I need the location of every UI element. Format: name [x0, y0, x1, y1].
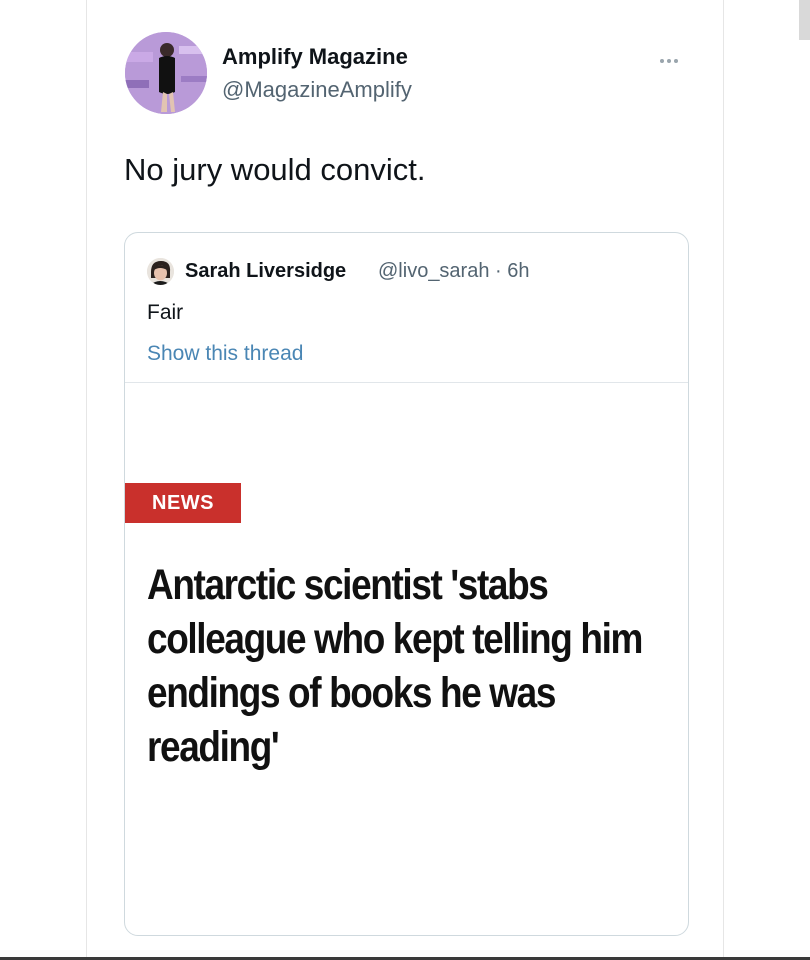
author-handle[interactable]: @MagazineAmplify [222, 77, 412, 103]
quoted-tweet-card[interactable]: Sarah Liversidge @livo_sarah · 6h Fair S… [124, 232, 689, 936]
profile-photo-icon [147, 258, 174, 285]
scrollbar-thumb[interactable] [799, 0, 810, 40]
news-headline: Antarctic scientist 'stabs colleague who… [147, 561, 643, 771]
media-divider [125, 382, 688, 383]
tweet-text: No jury would convict. [124, 152, 426, 187]
quoted-author-avatar[interactable] [147, 258, 174, 285]
magazine-cover-icon [125, 32, 207, 114]
timeline-right-border [723, 0, 724, 960]
news-badge: NEWS [125, 483, 241, 523]
quoted-tweet-text: Fair [147, 301, 184, 324]
author-avatar[interactable] [125, 32, 207, 114]
author-name[interactable]: Amplify Magazine [222, 44, 408, 70]
quoted-author-handle-time[interactable]: @livo_sarah · 6h [378, 260, 529, 283]
more-horizontal-icon[interactable] [660, 50, 688, 64]
show-thread-link[interactable]: Show this thread [147, 342, 303, 366]
timeline-left-border [86, 0, 87, 960]
quoted-author-name[interactable]: Sarah Liversidge [185, 260, 346, 283]
